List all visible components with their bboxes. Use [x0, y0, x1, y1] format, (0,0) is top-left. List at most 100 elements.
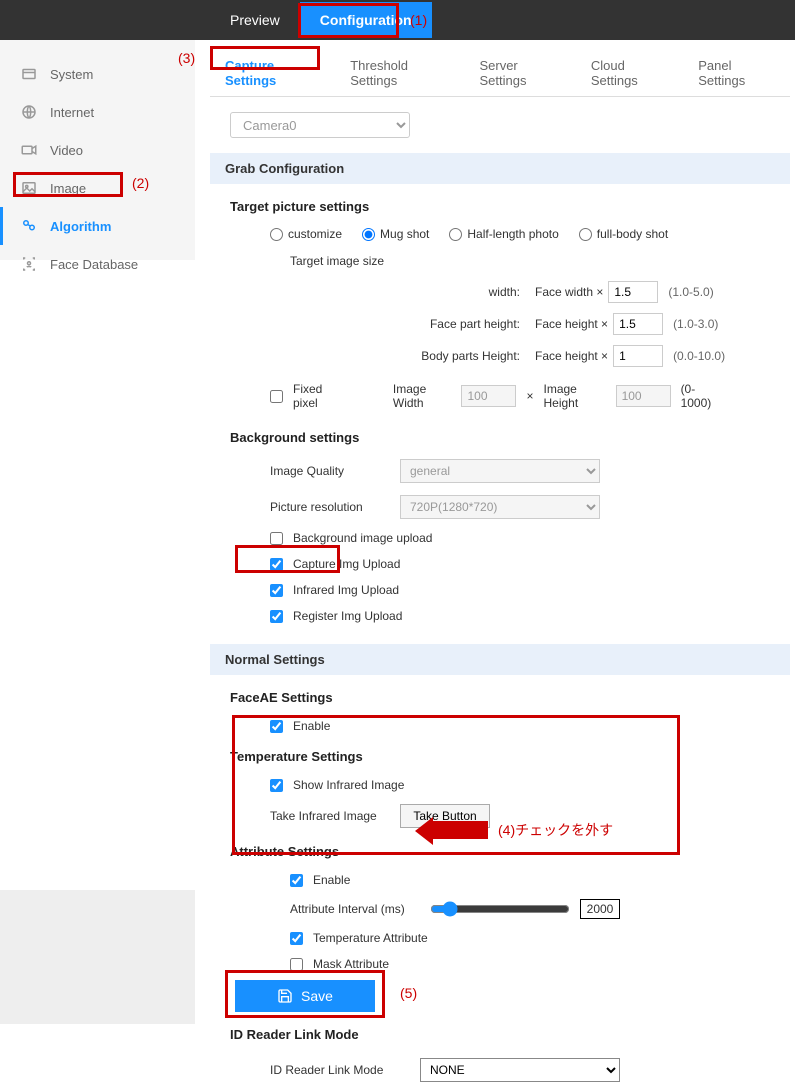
width-prefix: Face width ×	[530, 285, 608, 299]
register-upload-checkbox[interactable]	[270, 610, 283, 623]
capture-upload-label: Capture Img Upload	[293, 557, 400, 571]
image-height-input[interactable]	[616, 385, 671, 407]
grab-config-header: Grab Configuration	[210, 153, 790, 184]
image-width-label: Image Width	[393, 382, 452, 410]
attr-interval-value: 2000	[580, 899, 620, 919]
tab-preview[interactable]: Preview	[210, 2, 300, 38]
faceae-enable-row: Enable	[210, 713, 790, 739]
attr-interval-row: Attribute Interval (ms) 2000	[210, 893, 790, 925]
main-panel: Capture Settings Threshold Settings Serv…	[210, 40, 790, 1090]
tab-panel-settings[interactable]: Panel Settings	[683, 50, 790, 96]
sidebar-label: Video	[50, 143, 83, 158]
sidebar-item-internet[interactable]: Internet	[0, 93, 195, 131]
temp-attr-label: Temperature Attribute	[313, 931, 428, 945]
infrared-upload-row: Infrared Img Upload	[210, 577, 790, 603]
quality-select[interactable]: general	[400, 459, 600, 483]
bodypart-prefix: Face height ×	[530, 349, 613, 363]
mult-label: ×	[526, 389, 533, 403]
width-hint: (1.0-5.0)	[668, 285, 713, 299]
id-reader-select[interactable]: NONE	[420, 1058, 620, 1082]
image-height-label: Image Height	[543, 382, 605, 410]
save-button[interactable]: Save	[235, 980, 375, 1012]
image-width-input[interactable]	[461, 385, 516, 407]
radio-customize[interactable]: customize	[270, 227, 342, 241]
normal-settings-header: Normal Settings	[210, 644, 790, 675]
id-reader-label: ID Reader Link Mode	[270, 1063, 420, 1077]
temp-attr-row: Temperature Attribute	[210, 925, 790, 951]
faceae-enable-checkbox[interactable]	[270, 720, 283, 733]
bg-upload-checkbox[interactable]	[270, 532, 283, 545]
annotation-label-1: (1)	[410, 12, 427, 28]
sidebar-label: Image	[50, 181, 86, 196]
temp-attr-checkbox[interactable]	[290, 932, 303, 945]
sidebar-item-algorithm[interactable]: Algorithm	[0, 207, 195, 245]
attr-interval-slider[interactable]	[430, 901, 570, 917]
show-infrared-label: Show Infrared Image	[293, 778, 404, 792]
tab-capture-settings[interactable]: Capture Settings	[210, 50, 335, 96]
register-upload-row: Register Img Upload	[210, 603, 790, 629]
fixed-pixel-row: Fixed pixel Image Width × Image Height (…	[210, 372, 790, 420]
bodypart-row: Body parts Height: Face height × (0.0-10…	[210, 340, 790, 372]
facepart-label: Face part height:	[270, 317, 530, 331]
width-row: width: Face width × (1.0-5.0)	[210, 276, 790, 308]
target-image-size-label: Target image size	[210, 246, 790, 276]
attr-enable-row: Enable	[210, 867, 790, 893]
sidebar-label: Algorithm	[50, 219, 111, 234]
quality-label: Image Quality	[270, 464, 400, 478]
sidebar-label: System	[50, 67, 93, 82]
target-picture-title: Target picture settings	[210, 189, 790, 222]
bodypart-label: Body parts Height:	[270, 349, 530, 363]
sidebar-item-face-database[interactable]: Face Database	[0, 245, 195, 283]
bg-upload-row: Background image upload	[210, 525, 790, 551]
radio-halflength[interactable]: Half-length photo	[449, 227, 558, 241]
width-label: width:	[270, 285, 530, 299]
width-input[interactable]	[608, 281, 658, 303]
fixed-pixel-checkbox[interactable]	[270, 390, 283, 403]
tab-threshold-settings[interactable]: Threshold Settings	[335, 50, 464, 96]
show-infrared-row: Show Infrared Image	[210, 772, 790, 798]
mask-attr-row: Mask Attribute	[210, 951, 790, 977]
image-icon	[20, 179, 38, 197]
target-radio-row: customize Mug shot Half-length photo ful…	[210, 222, 790, 246]
resolution-select[interactable]: 720P(1280*720)	[400, 495, 600, 519]
infrared-upload-label: Infrared Img Upload	[293, 583, 399, 597]
camera-select[interactable]: Camera0	[230, 112, 410, 138]
video-icon	[20, 141, 38, 159]
sub-tabs: Capture Settings Threshold Settings Serv…	[210, 50, 790, 97]
tab-server-settings[interactable]: Server Settings	[464, 50, 575, 96]
show-infrared-checkbox[interactable]	[270, 779, 283, 792]
id-reader-title: ID Reader Link Mode	[210, 1017, 790, 1050]
faceae-title: FaceAE Settings	[210, 680, 790, 713]
radio-mugshot[interactable]: Mug shot	[362, 227, 429, 241]
facepart-row: Face part height: Face height × (1.0-3.0…	[210, 308, 790, 340]
arrow-head-icon	[415, 817, 433, 845]
attr-enable-checkbox[interactable]	[290, 874, 303, 887]
mask-attr-checkbox[interactable]	[290, 958, 303, 971]
attr-interval-label: Attribute Interval (ms)	[290, 902, 430, 916]
bodypart-input[interactable]	[613, 345, 663, 367]
bodypart-hint: (0.0-10.0)	[673, 349, 725, 363]
id-reader-section: ID Reader Link Mode ID Reader Link Mode …	[210, 1017, 790, 1090]
sidebar: System Internet Video Image Algorithm Fa…	[0, 40, 195, 260]
tab-cloud-settings[interactable]: Cloud Settings	[576, 50, 683, 96]
register-upload-label: Register Img Upload	[293, 609, 402, 623]
mask-attr-label: Mask Attribute	[313, 957, 389, 971]
resolution-row: Picture resolution 720P(1280*720)	[210, 489, 790, 525]
sidebar-item-image[interactable]: Image	[0, 169, 195, 207]
sidebar-item-system[interactable]: System	[0, 55, 195, 93]
sidebar-label: Internet	[50, 105, 94, 120]
infrared-upload-checkbox[interactable]	[270, 584, 283, 597]
radio-fullbody[interactable]: full-body shot	[579, 227, 668, 241]
capture-upload-checkbox[interactable]	[270, 558, 283, 571]
image-hint: (0-1000)	[681, 382, 720, 410]
sidebar-label: Face Database	[50, 257, 138, 272]
facepart-prefix: Face height ×	[530, 317, 613, 331]
algorithm-icon	[20, 217, 38, 235]
capture-upload-row: Capture Img Upload	[210, 551, 790, 577]
save-label: Save	[301, 988, 333, 1004]
facepart-input[interactable]	[613, 313, 663, 335]
sidebar-item-video[interactable]: Video	[0, 131, 195, 169]
annotation-label-4: (4)チェックを外す	[498, 820, 613, 840]
fixed-pixel-label: Fixed pixel	[293, 382, 343, 410]
annotation-label-5: (5)	[400, 985, 417, 1001]
